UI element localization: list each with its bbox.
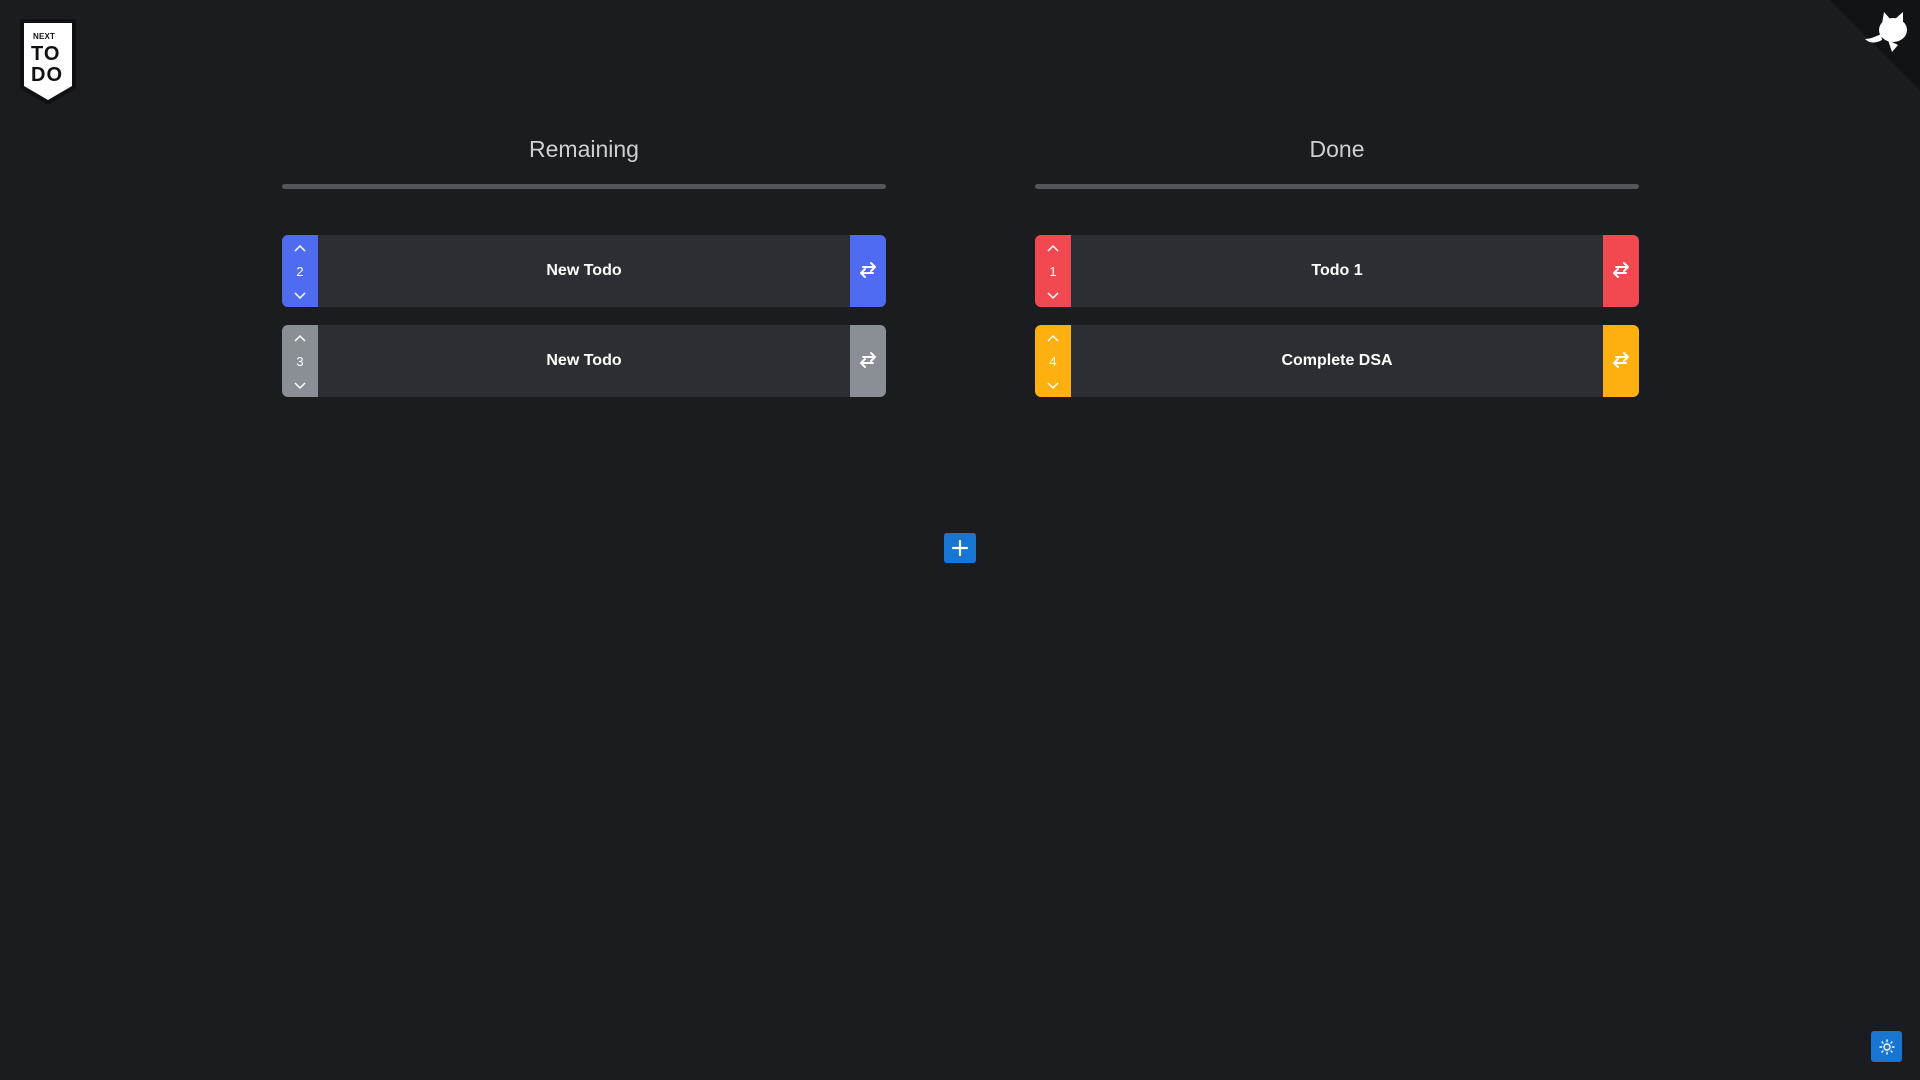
logo-line-1: TO bbox=[31, 43, 61, 65]
plus-icon bbox=[951, 539, 969, 557]
add-todo-button[interactable] bbox=[944, 533, 976, 563]
todo-card: 2 New Todo bbox=[282, 235, 886, 307]
sun-icon bbox=[1878, 1038, 1895, 1055]
move-to-done-button[interactable] bbox=[850, 235, 886, 307]
move-to-done-button[interactable] bbox=[850, 325, 886, 397]
todo-order-controls: 3 bbox=[282, 325, 318, 397]
theme-toggle-button[interactable] bbox=[1871, 1031, 1902, 1062]
chevron-up-icon bbox=[294, 244, 306, 252]
github-corner-link[interactable] bbox=[1830, 0, 1920, 90]
swap-arrows-icon bbox=[860, 352, 876, 368]
swap-arrows-icon bbox=[1613, 352, 1629, 368]
todo-card: 4 Complete DSA bbox=[1035, 325, 1639, 397]
todo-title[interactable]: Complete DSA bbox=[1071, 325, 1603, 397]
todo-title[interactable]: New Todo bbox=[318, 235, 850, 307]
chevron-up-icon bbox=[294, 334, 306, 342]
done-column-divider bbox=[1035, 184, 1639, 189]
move-down-button[interactable] bbox=[1043, 379, 1063, 393]
move-down-button[interactable] bbox=[290, 379, 310, 393]
todo-order-number: 4 bbox=[1049, 354, 1057, 369]
done-column-title: Done bbox=[1309, 136, 1365, 162]
move-up-button[interactable] bbox=[1043, 331, 1063, 345]
todo-card: 3 New Todo bbox=[282, 325, 886, 397]
done-column: Done 1 Todo 1 4 Complete DSA bbox=[1035, 132, 1639, 415]
todo-order-controls: 2 bbox=[282, 235, 318, 307]
move-down-button[interactable] bbox=[290, 289, 310, 303]
move-up-button[interactable] bbox=[290, 241, 310, 255]
todo-title[interactable]: New Todo bbox=[318, 325, 850, 397]
done-list: 1 Todo 1 4 Complete DSA bbox=[1035, 235, 1639, 397]
chevron-up-icon bbox=[1047, 334, 1059, 342]
remaining-column-divider bbox=[282, 184, 886, 189]
todo-order-controls: 4 bbox=[1035, 325, 1071, 397]
app-logo[interactable]: NEXT TO DO bbox=[18, 17, 78, 109]
app-page: NEXT TO DO Remaining 2 New Todo 3 New To… bbox=[0, 0, 1920, 1080]
chevron-down-icon bbox=[1047, 292, 1059, 300]
swap-arrows-icon bbox=[860, 262, 876, 278]
move-to-remaining-button[interactable] bbox=[1603, 325, 1639, 397]
todo-order-controls: 1 bbox=[1035, 235, 1071, 307]
chevron-up-icon bbox=[1047, 244, 1059, 252]
chevron-down-icon bbox=[294, 292, 306, 300]
chevron-down-icon bbox=[1047, 382, 1059, 390]
todo-card: 1 Todo 1 bbox=[1035, 235, 1639, 307]
todo-order-number: 1 bbox=[1049, 264, 1057, 279]
github-octocat-icon bbox=[1830, 0, 1920, 90]
todo-title[interactable]: Todo 1 bbox=[1071, 235, 1603, 307]
move-to-remaining-button[interactable] bbox=[1603, 235, 1639, 307]
todo-order-number: 2 bbox=[296, 264, 304, 279]
logo-small-text: NEXT bbox=[33, 32, 56, 41]
swap-arrows-icon bbox=[1613, 262, 1629, 278]
logo-line-2: DO bbox=[31, 64, 63, 86]
move-down-button[interactable] bbox=[1043, 289, 1063, 303]
chevron-down-icon bbox=[294, 382, 306, 390]
move-up-button[interactable] bbox=[1043, 241, 1063, 255]
todo-order-number: 3 bbox=[296, 354, 304, 369]
remaining-column: Remaining 2 New Todo 3 New Todo bbox=[282, 132, 886, 415]
remaining-column-title: Remaining bbox=[529, 136, 639, 162]
move-up-button[interactable] bbox=[290, 331, 310, 345]
remaining-list: 2 New Todo 3 New Todo bbox=[282, 235, 886, 397]
